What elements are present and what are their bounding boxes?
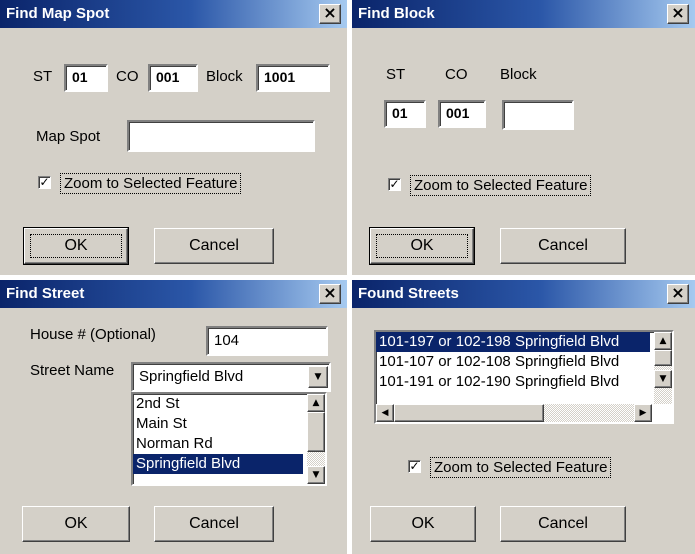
house-number-input[interactable]: 104: [206, 326, 328, 356]
dialog-title: Find Map Spot: [6, 5, 110, 22]
checkmark-icon: ✓: [39, 175, 50, 189]
ok-button[interactable]: OK: [370, 506, 476, 542]
chevron-down-icon[interactable]: ▼: [308, 366, 328, 388]
cancel-button[interactable]: Cancel: [500, 228, 626, 264]
list-item[interactable]: 101-107 or 102-108 Springfield Blvd: [376, 352, 650, 372]
scrollbar-thumb[interactable]: [394, 404, 544, 422]
ok-button-label: OK: [376, 234, 468, 258]
dialog-title: Find Street: [6, 285, 85, 302]
zoom-checkbox[interactable]: ✓: [388, 178, 401, 191]
co-field: 001: [148, 64, 198, 92]
zoom-checkbox[interactable]: ✓: [38, 176, 51, 189]
arrow-right-icon[interactable]: ▶: [634, 404, 652, 422]
scrollbar-thumb[interactable]: [654, 350, 672, 366]
ok-button[interactable]: OK: [23, 227, 129, 265]
arrow-down-icon[interactable]: ▼: [307, 466, 325, 484]
list-item-selected[interactable]: Springfield Blvd: [133, 454, 303, 474]
found-streets-title-bar[interactable]: Found Streets: [352, 280, 695, 308]
arrow-up-icon[interactable]: ▲: [307, 394, 325, 412]
ok-button-label: OK: [30, 234, 122, 258]
zoom-checkbox[interactable]: ✓: [408, 460, 421, 473]
co-label: CO: [445, 66, 468, 83]
cancel-button[interactable]: Cancel: [500, 506, 626, 542]
map-spot-input[interactable]: [127, 120, 315, 152]
house-number-label: House # (Optional): [30, 326, 156, 343]
ok-button[interactable]: OK: [22, 506, 130, 542]
checkmark-icon: ✓: [409, 459, 420, 473]
list-item[interactable]: 2nd St: [133, 394, 325, 414]
cancel-button[interactable]: Cancel: [154, 228, 274, 264]
block-input[interactable]: [502, 100, 574, 130]
find-map-spot-title-bar[interactable]: Find Map Spot: [0, 0, 347, 28]
street-name-label: Street Name: [30, 362, 115, 379]
checkmark-icon: ✓: [389, 177, 400, 191]
close-icon[interactable]: ×: [319, 284, 341, 304]
block-label: Block: [206, 68, 243, 85]
found-streets-dialog: Found Streets × 101-197 or 102-198 Sprin…: [352, 280, 695, 554]
find-street-dialog: Find Street × House # (Optional) 104 Str…: [0, 280, 347, 554]
street-name-value: Springfield Blvd: [139, 368, 244, 385]
list-item[interactable]: Norman Rd: [133, 434, 325, 454]
close-icon[interactable]: ×: [667, 4, 689, 24]
find-block-dialog: Find Block × ST CO Block 01 001 ✓ Zoom t…: [352, 0, 695, 275]
street-name-dropdown[interactable]: Springfield Blvd ▼: [131, 362, 331, 392]
arrow-down-icon[interactable]: ▼: [654, 370, 672, 388]
find-block-title-bar[interactable]: Find Block: [352, 0, 695, 28]
street-options-list[interactable]: 2nd St Main St Norman Rd Springfield Blv…: [131, 392, 327, 486]
map-spot-label: Map Spot: [36, 128, 101, 145]
st-label: ST: [33, 68, 53, 85]
zoom-checkbox-label[interactable]: Zoom to Selected Feature: [410, 175, 592, 196]
st-label: ST: [386, 66, 406, 83]
dialog-title: Found Streets: [358, 285, 459, 302]
list-item-selected[interactable]: 101-197 or 102-198 Springfield Blvd: [376, 332, 650, 352]
list-item[interactable]: 101-191 or 102-190 Springfield Blvd: [376, 372, 650, 392]
zoom-checkbox-label[interactable]: Zoom to Selected Feature: [60, 173, 242, 194]
find-street-title-bar[interactable]: Find Street: [0, 280, 347, 308]
co-field: 001: [438, 100, 486, 128]
found-streets-list[interactable]: 101-197 or 102-198 Springfield Blvd 101-…: [374, 330, 674, 424]
close-icon[interactable]: ×: [667, 284, 689, 304]
block-label: Block: [500, 66, 537, 83]
ok-button[interactable]: OK: [369, 227, 475, 265]
zoom-checkbox-label[interactable]: Zoom to Selected Feature: [430, 457, 612, 478]
co-label: CO: [116, 68, 139, 85]
st-field: 01: [384, 100, 426, 128]
dialog-title: Find Block: [358, 5, 435, 22]
close-icon[interactable]: ×: [319, 4, 341, 24]
cancel-button[interactable]: Cancel: [154, 506, 274, 542]
arrow-up-icon[interactable]: ▲: [654, 332, 672, 350]
arrow-left-icon[interactable]: ◀: [376, 404, 394, 422]
scrollbar-thumb[interactable]: [307, 412, 325, 452]
find-map-spot-dialog: Find Map Spot × ST 01 CO 001 Block 1001 …: [0, 0, 347, 275]
st-field: 01: [64, 64, 108, 92]
block-field: 1001: [256, 64, 330, 92]
list-item[interactable]: Main St: [133, 414, 325, 434]
